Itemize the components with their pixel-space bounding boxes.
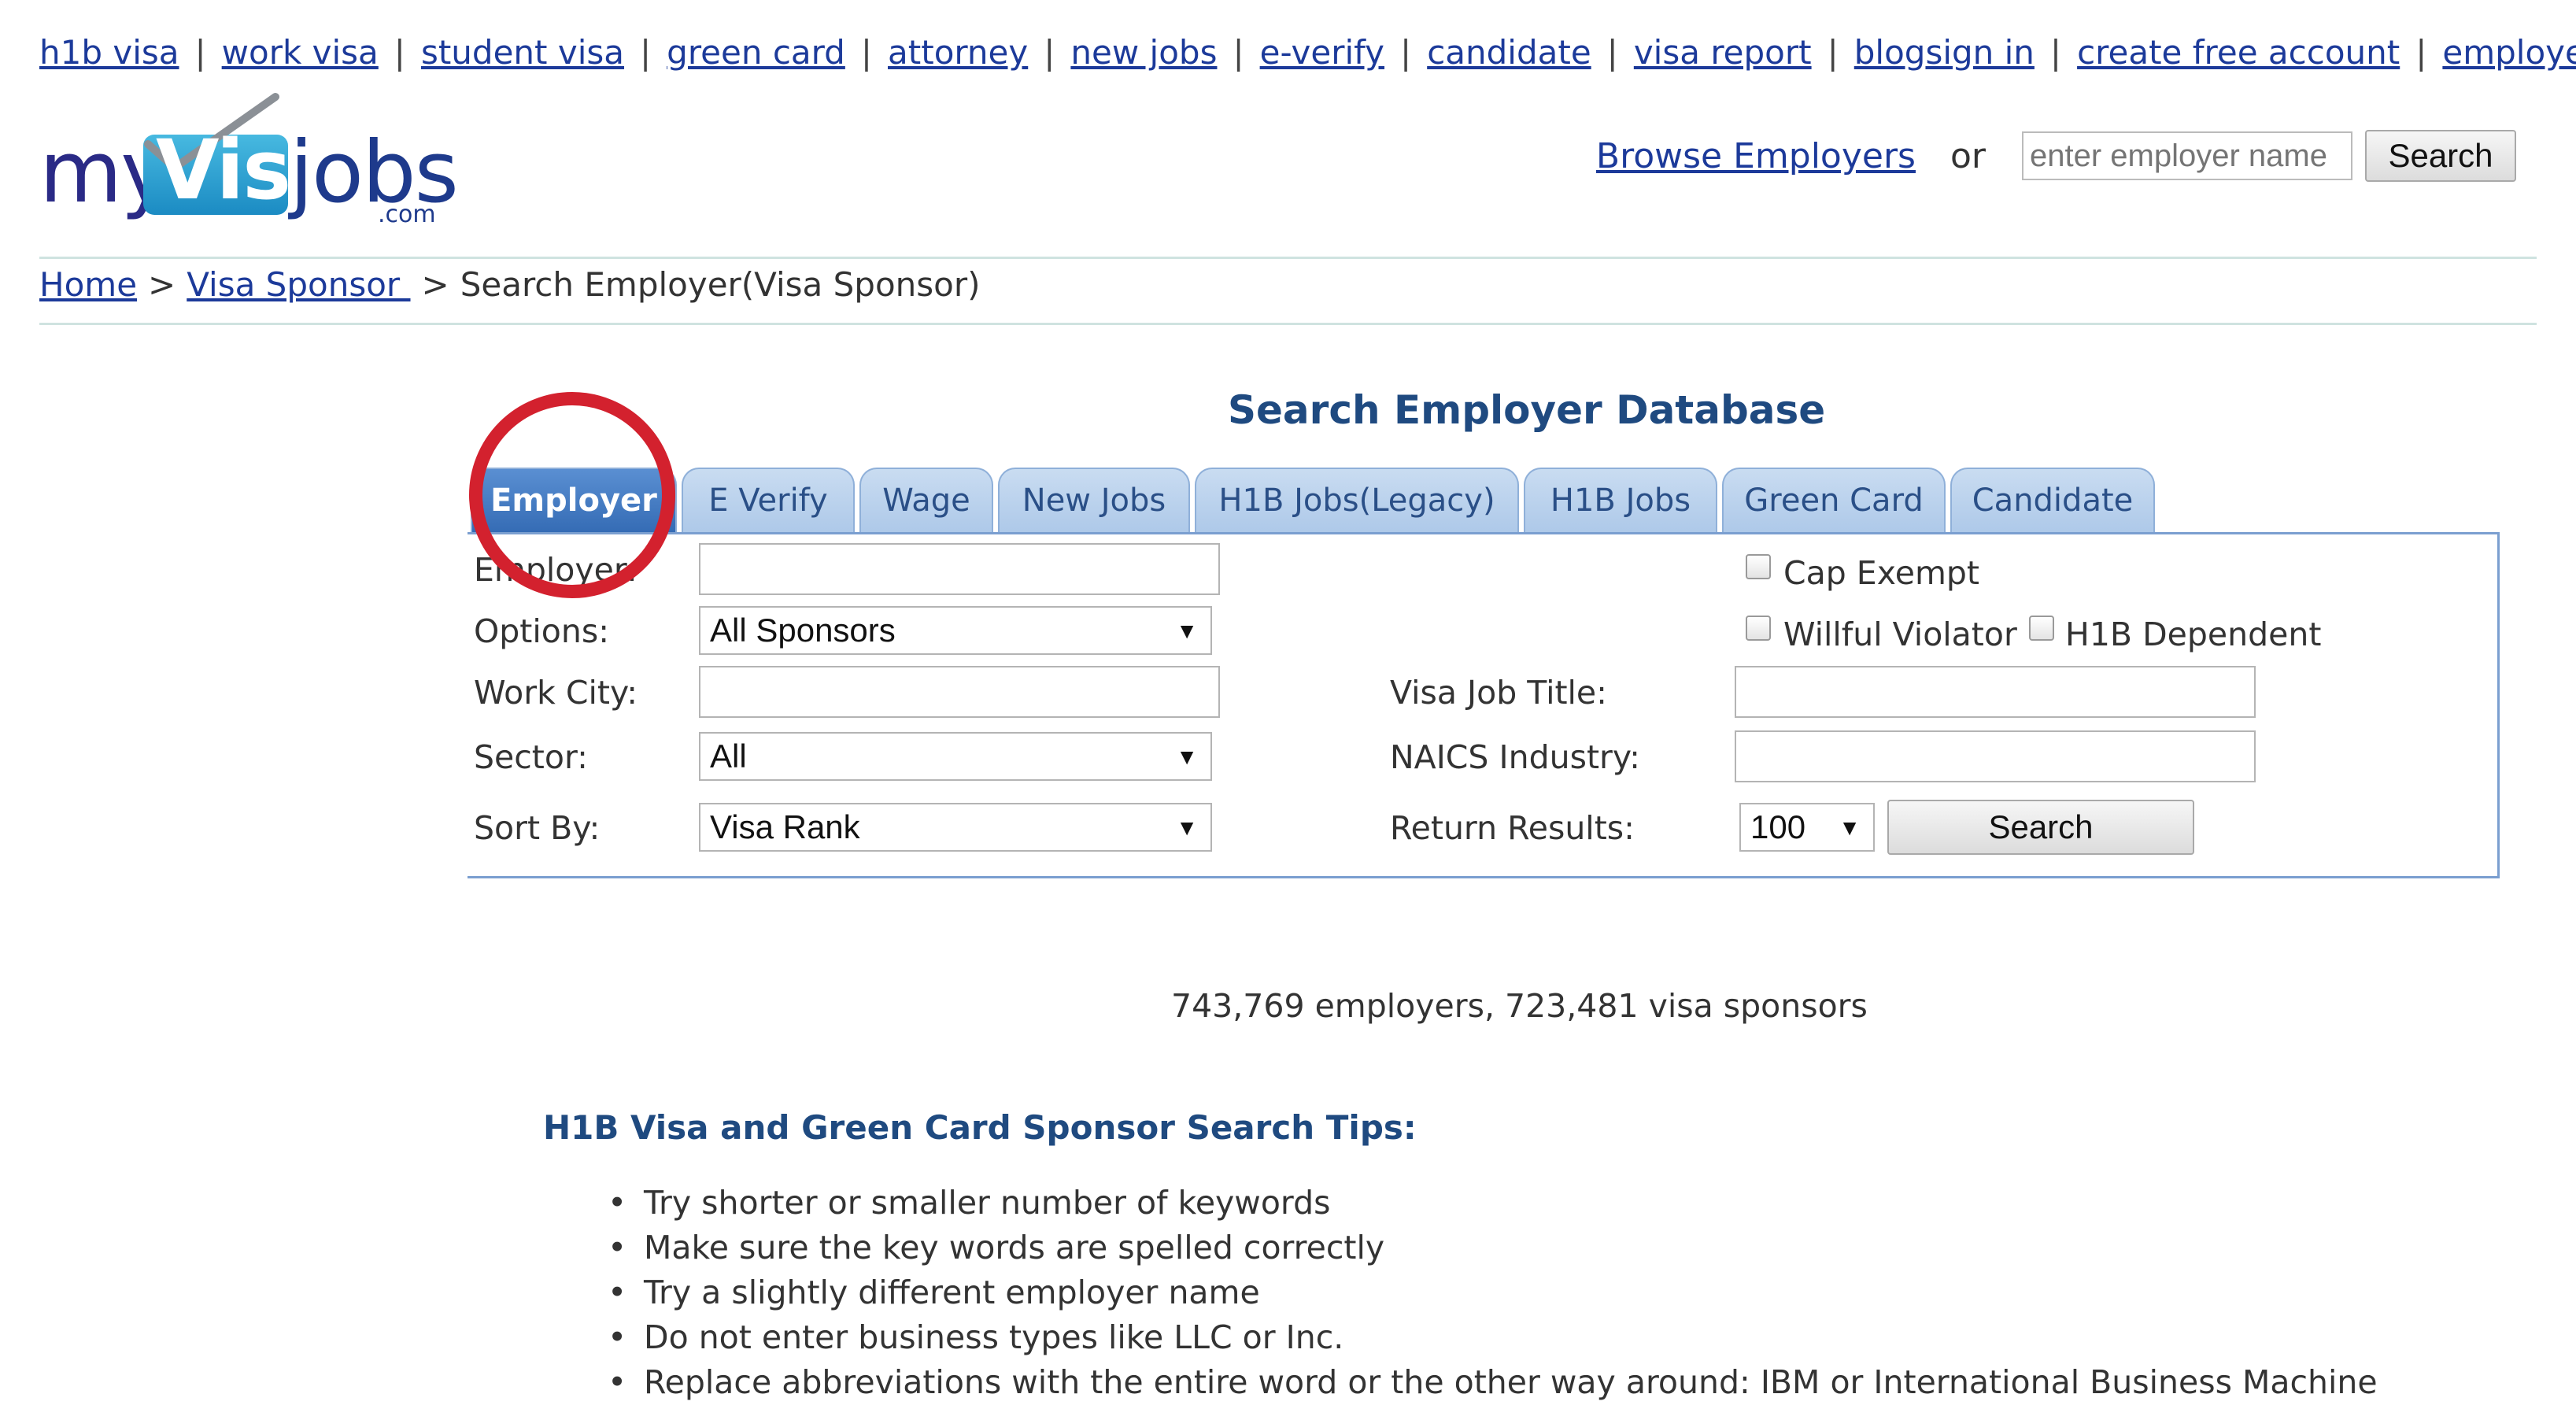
- naics-industry-input[interactable]: [1735, 730, 2256, 782]
- nav-separator: |: [1400, 32, 1412, 72]
- tab-green-card[interactable]: Green Card: [1722, 468, 1946, 532]
- database-stats: 743,769 employers, 723,481 visa sponsors: [1171, 987, 1868, 1025]
- work-city-label: Work City:: [474, 674, 638, 712]
- header-search: Browse Employers or Search: [1596, 130, 2516, 182]
- tab-e-verify[interactable]: E Verify: [682, 468, 855, 532]
- divider: [39, 323, 2537, 325]
- work-city-input[interactable]: [699, 666, 1220, 718]
- breadcrumb-visa-sponsor[interactable]: Visa Sponsor: [187, 265, 410, 304]
- nav-separator: |: [2415, 32, 2427, 72]
- nav-candidate[interactable]: candidate: [1427, 33, 1591, 72]
- tab-candidate[interactable]: Candidate: [1950, 468, 2155, 532]
- search-tabs: Employer E Verify Wage New Jobs H1B Jobs…: [471, 468, 2160, 532]
- dropdown-arrow-icon: ▼: [1176, 745, 1198, 769]
- nav-green-card[interactable]: green card: [667, 33, 845, 72]
- h1b-dependent-checkbox[interactable]: [2029, 616, 2054, 641]
- employer-label: Employer:: [474, 551, 638, 589]
- nav-separator: |: [394, 32, 405, 72]
- search-button[interactable]: Search: [1887, 800, 2194, 855]
- nav-separator: |: [860, 32, 873, 72]
- nav-blog[interactable]: blog: [1854, 33, 1926, 72]
- sort-by-label: Sort By:: [474, 809, 601, 847]
- tab-employer[interactable]: Employer: [471, 468, 677, 532]
- h1b-dependent-label: H1B Dependent: [2065, 616, 2322, 653]
- cap-exempt-checkbox[interactable]: [1746, 554, 1771, 579]
- browse-employers-link[interactable]: Browse Employers: [1596, 136, 1916, 176]
- sector-select[interactable]: All ▼: [699, 732, 1212, 781]
- logo-com: .com: [378, 201, 436, 228]
- search-panel-title: Search Employer Database: [1228, 387, 1826, 433]
- nav-employer[interactable]: employer: [2442, 33, 2576, 72]
- dropdown-arrow-icon: ▼: [1176, 815, 1198, 840]
- top-navigation: h1b visa | work visa | student visa | green…: [39, 28, 2576, 76]
- return-results-value: 100: [1750, 808, 1806, 845]
- sector-label: Sector:: [474, 738, 588, 776]
- nav-separator: |: [1606, 32, 1618, 72]
- divider: [39, 257, 2537, 259]
- header-search-button[interactable]: Search: [2365, 130, 2516, 182]
- nav-sign-in[interactable]: sign in: [1925, 33, 2034, 72]
- breadcrumb-current: Search Employer(Visa Sponsor): [460, 265, 981, 304]
- breadcrumb: Home > Visa Sponsor > Search Employer(Visa …: [39, 265, 981, 304]
- tips-list: Try shorter or smaller number of keyword…: [608, 1181, 2378, 1405]
- or-text: or: [1950, 135, 1986, 176]
- nav-separator: |: [1233, 32, 1244, 72]
- nav-create-account[interactable]: create free account: [2077, 33, 2400, 72]
- list-item: Make sure the key words are spelled corr…: [608, 1226, 2378, 1270]
- nav-e-verify[interactable]: e-verify: [1260, 33, 1384, 72]
- nav-visa-report[interactable]: visa report: [1634, 33, 1812, 72]
- nav-separator: |: [1827, 32, 1839, 72]
- nav-student-visa[interactable]: student visa: [421, 33, 624, 72]
- employer-name-input[interactable]: [2022, 131, 2352, 180]
- options-label: Options:: [474, 612, 610, 650]
- nav-attorney[interactable]: attorney: [888, 33, 1028, 72]
- sort-by-select-value: Visa Rank: [710, 808, 860, 845]
- nav-h1b-visa[interactable]: h1b visa: [39, 33, 179, 72]
- options-select[interactable]: All Sponsors ▼: [699, 606, 1212, 655]
- sort-by-select[interactable]: Visa Rank ▼: [699, 803, 1212, 852]
- willful-violator-label: Willful Violator: [1783, 616, 2017, 653]
- sector-select-value: All: [710, 738, 747, 775]
- return-results-label: Return Results:: [1390, 809, 1635, 847]
- top-nav-right: sign in | create free account | employer: [1925, 33, 2576, 72]
- tab-h1b-jobs[interactable]: H1B Jobs: [1524, 468, 1717, 532]
- nav-separator: |: [194, 32, 206, 72]
- return-results-select[interactable]: 100 ▼: [1739, 803, 1875, 852]
- options-select-value: All Sponsors: [710, 612, 896, 649]
- employer-input[interactable]: [699, 543, 1220, 595]
- list-item: Replace abbreviations with the entire wo…: [608, 1360, 2378, 1405]
- tips-heading: H1B Visa and Green Card Sponsor Search T…: [543, 1108, 1417, 1147]
- naics-industry-label: NAICS Industry:: [1390, 738, 1640, 776]
- nav-separator: |: [2049, 32, 2062, 72]
- nav-work-visa[interactable]: work visa: [222, 33, 379, 72]
- list-item: Try shorter or smaller number of keyword…: [608, 1181, 2378, 1226]
- list-item: Try a slightly different employer name: [608, 1270, 2378, 1315]
- nav-separator: |: [1044, 32, 1055, 72]
- breadcrumb-separator: >: [421, 265, 449, 304]
- breadcrumb-home[interactable]: Home: [39, 265, 137, 304]
- visa-job-title-input[interactable]: [1735, 666, 2256, 718]
- cap-exempt-label: Cap Exempt: [1783, 554, 1979, 592]
- willful-violator-checkbox[interactable]: [1746, 616, 1771, 641]
- nav-separator: |: [640, 32, 652, 72]
- dropdown-arrow-icon: ▼: [1839, 815, 1861, 840]
- breadcrumb-separator: >: [148, 265, 176, 304]
- top-nav-left: h1b visa | work visa | student visa | green…: [39, 33, 1925, 72]
- list-item: Do not enter business types like LLC or …: [608, 1315, 2378, 1360]
- nav-new-jobs[interactable]: new jobs: [1070, 33, 1217, 72]
- visa-job-title-label: Visa Job Title:: [1390, 674, 1607, 712]
- tab-wage[interactable]: Wage: [859, 468, 993, 532]
- site-logo[interactable]: my Visa jobs .com: [39, 83, 459, 228]
- tab-new-jobs[interactable]: New Jobs: [998, 468, 1190, 532]
- panel-border: [468, 876, 546, 878]
- tab-h1b-jobs-legacy[interactable]: H1B Jobs(Legacy): [1195, 468, 1519, 532]
- dropdown-arrow-icon: ▼: [1176, 619, 1198, 643]
